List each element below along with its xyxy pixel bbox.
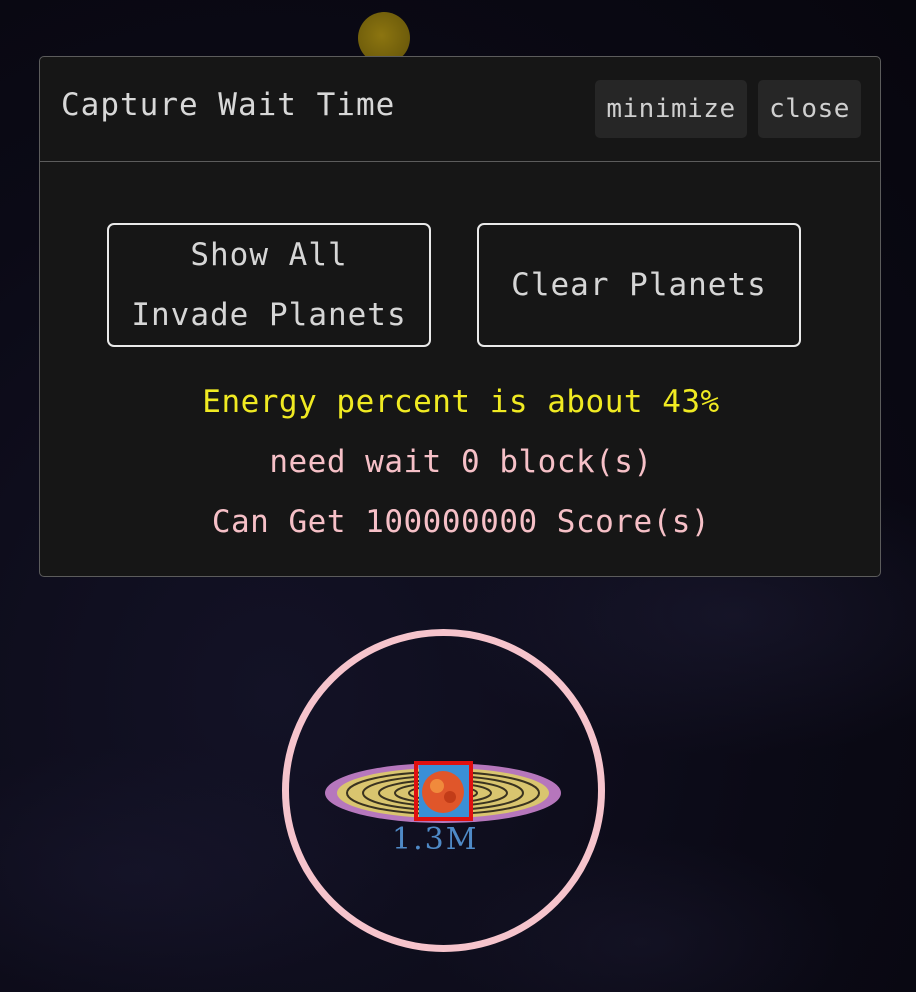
show-all-invade-planets-button[interactable]: Show All Invade Planets: [107, 223, 431, 347]
clear-planets-button[interactable]: Clear Planets: [477, 223, 801, 347]
planet-energy-label: 1.3M: [392, 822, 479, 857]
capture-wait-time-dialog: Capture Wait Time minimize close Show Al…: [39, 56, 881, 577]
dialog-header: Capture Wait Time minimize close: [40, 57, 880, 162]
dialog-title: Capture Wait Time: [61, 87, 396, 123]
close-button[interactable]: close: [758, 80, 861, 138]
spiral-galaxy-planet[interactable]: [323, 759, 563, 825]
show-all-label-line1: Show All: [190, 237, 348, 273]
show-all-label-line2: Invade Planets: [131, 297, 407, 333]
minimize-button[interactable]: minimize: [595, 80, 747, 138]
clear-planets-label: Clear Planets: [511, 267, 767, 303]
wait-blocks-text: need wait 0 block(s): [269, 444, 653, 480]
energy-percent-text: Energy percent is about 43%: [202, 384, 720, 420]
score-text: Can Get 100000000 Score(s): [211, 504, 711, 540]
